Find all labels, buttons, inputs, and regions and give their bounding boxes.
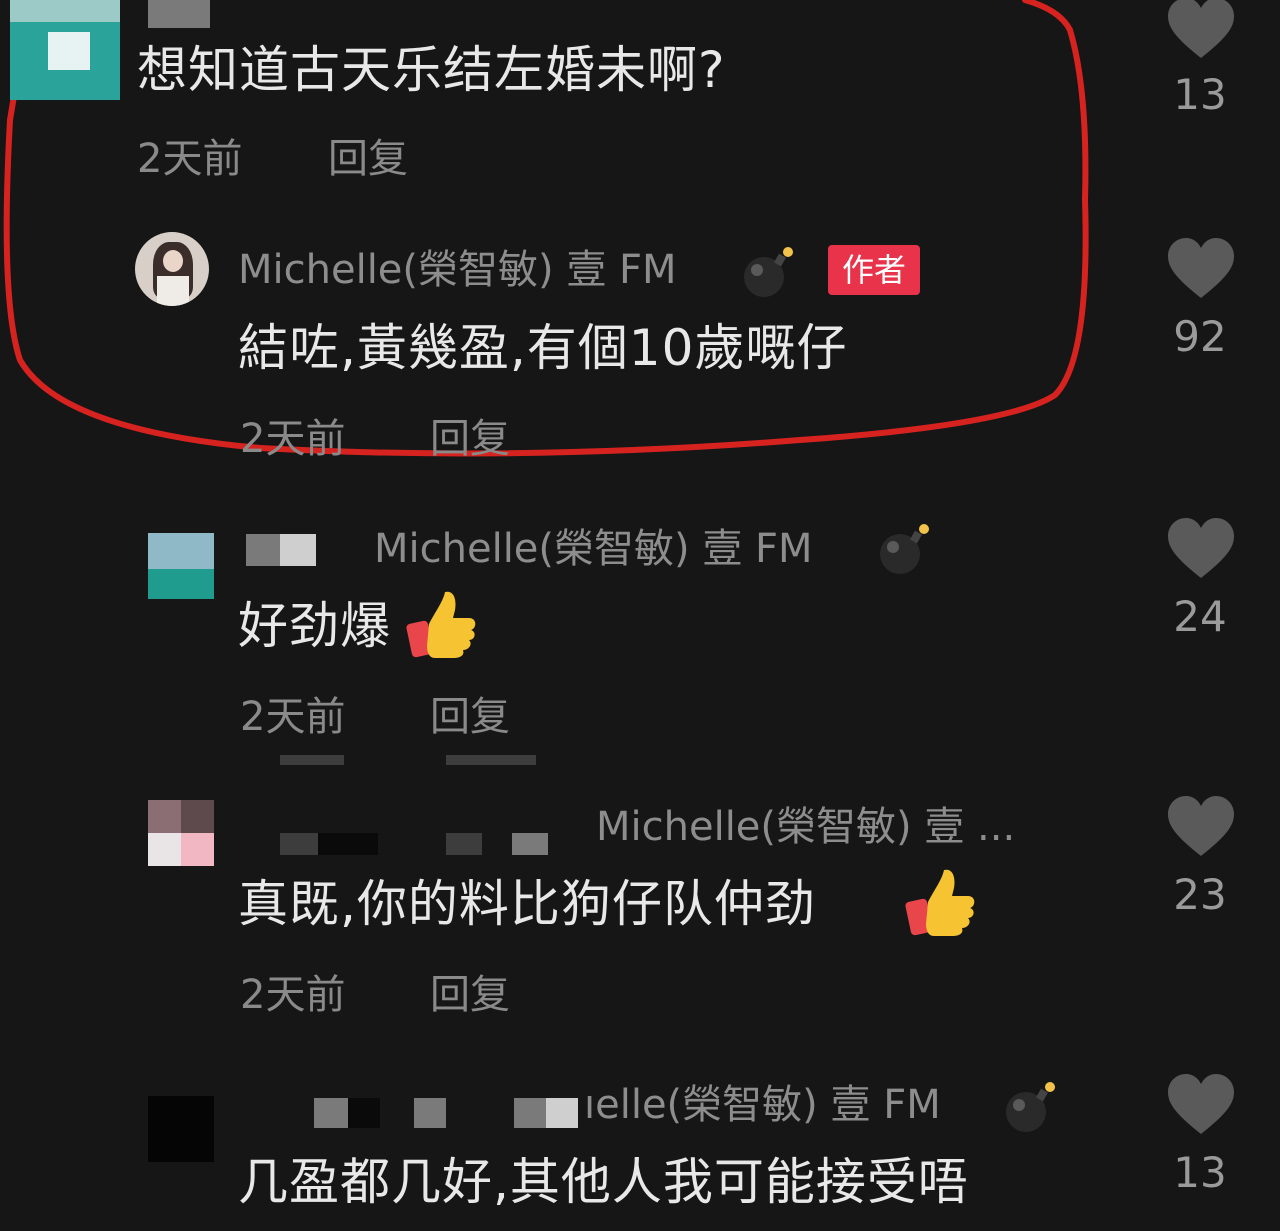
comment-4-username-redacted (512, 833, 548, 855)
comment-4-username-redacted (280, 833, 318, 855)
comment-1-reply-button[interactable]: 回复 (328, 135, 408, 183)
comment-4-username-redacted (318, 833, 378, 855)
bomb-emoji-icon (744, 247, 793, 297)
comment-4-like-count: 23 (1173, 870, 1227, 919)
comment-4-avatar[interactable] (148, 800, 214, 866)
heart-icon[interactable] (1166, 0, 1236, 60)
comment-2-time: 2天前 (240, 416, 346, 462)
bomb-emoji-icon (880, 524, 929, 574)
comment-2-reply-button[interactable]: 回复 (430, 415, 510, 463)
comment-1-avatar[interactable] (10, 0, 120, 100)
comment-1-time: 2天前 (137, 136, 243, 182)
comment-5-username-redacted (414, 1098, 446, 1128)
comment-1-text: 想知道古天乐结左婚未啊? (137, 41, 726, 99)
comment-5-username-redacted (314, 1098, 348, 1128)
heart-icon[interactable] (1166, 796, 1236, 858)
comment-5-username-redacted (546, 1098, 578, 1128)
comment-2-like-count: 92 (1173, 312, 1227, 361)
comment-3-time: 2天前 (240, 694, 346, 740)
comment-5-like-count: 13 (1173, 1148, 1227, 1197)
comment-1-like-count: 13 (1173, 70, 1227, 119)
heart-icon[interactable] (1166, 238, 1236, 300)
comment-4-username-redacted (446, 833, 482, 855)
comment-3-text: 好劲爆 (238, 597, 391, 655)
comment-5-text: 几盈都几好,其他人我可能接受唔 (238, 1153, 969, 1211)
comment-3-like-count: 24 (1173, 592, 1227, 641)
comment-1-username-redacted (148, 0, 210, 28)
thumbs-up-emoji-icon (905, 869, 975, 936)
comment-5-username-redacted (514, 1098, 546, 1128)
comment-3-reply-to[interactable]: Michelle(榮智敏) 壹 FM (374, 524, 813, 574)
comment-5-username-redacted (348, 1098, 380, 1128)
hidden-row-redacted (280, 755, 344, 765)
comment-2-avatar[interactable] (135, 232, 209, 306)
comment-2-username[interactable]: Michelle(榮智敏) 壹 FM (238, 245, 677, 295)
heart-icon[interactable] (1166, 518, 1236, 580)
heart-icon[interactable] (1166, 1074, 1236, 1136)
comment-5-reply-to[interactable]: ıelle(榮智敏) 壹 FM (584, 1080, 941, 1130)
comment-3-username-redacted (280, 534, 316, 566)
bomb-emoji-icon (1006, 1082, 1055, 1132)
comment-2-text: 結咗,黃幾盈,有個10歲嘅仔 (238, 319, 848, 377)
comment-4-reply-to[interactable]: Michelle(榮智敏) 壹 ... (596, 802, 1015, 852)
red-highlight-outline (3, 0, 1089, 457)
comment-4-time: 2天前 (240, 972, 346, 1018)
thumbs-up-emoji-icon (406, 591, 476, 658)
comment-4-reply-button[interactable]: 回复 (430, 971, 510, 1019)
comment-5-avatar[interactable] (148, 1096, 214, 1162)
comment-3-reply-button[interactable]: 回复 (430, 693, 510, 741)
comment-4-text: 真既,你的料比狗仔队仲劲 (238, 875, 816, 933)
hidden-row-redacted (446, 755, 536, 765)
author-badge: 作者 (828, 245, 921, 295)
comment-3-avatar[interactable] (148, 533, 214, 599)
